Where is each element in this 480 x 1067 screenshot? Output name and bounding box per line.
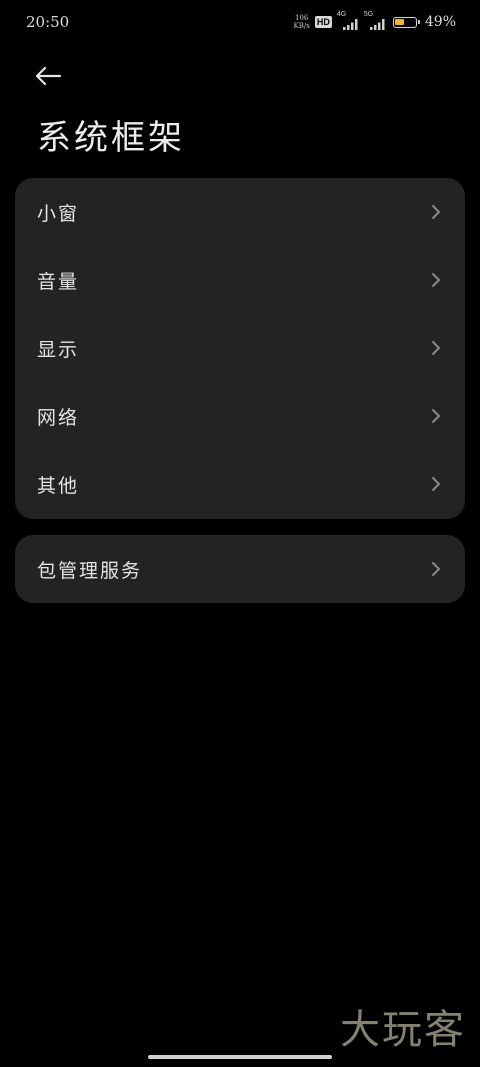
signal-5g-icon: 5G <box>363 11 386 30</box>
list-item-package-manager[interactable]: 包管理服务 <box>15 535 465 603</box>
signal-4g-label: 4G <box>336 11 347 18</box>
list-item-small-window[interactable]: 小窗 <box>15 178 465 246</box>
list-item-label: 显示 <box>37 338 80 361</box>
signal-5g-label: 5G <box>363 11 374 18</box>
status-bar: 20:50 106 KB/s HD 4G 5G 49% <box>0 0 480 44</box>
list-item-label: 包管理服务 <box>37 559 143 582</box>
page-title: 系统框架 <box>37 118 185 158</box>
list-item-label: 其他 <box>37 474 80 497</box>
chevron-right-icon <box>429 202 443 222</box>
battery-icon <box>392 16 420 28</box>
chevron-right-icon <box>429 338 443 358</box>
screen: 20:50 106 KB/s HD 4G 5G 49% 系统框架 小窗 音量 显… <box>0 0 480 1067</box>
chevron-right-icon <box>429 270 443 290</box>
chevron-right-icon <box>429 406 443 426</box>
list-item-label: 小窗 <box>37 202 80 225</box>
status-icons: 106 KB/s HD 4G 5G 49% <box>294 11 456 30</box>
chevron-right-icon <box>429 559 443 579</box>
back-button[interactable] <box>30 58 66 94</box>
list-item-display[interactable]: 显示 <box>15 314 465 382</box>
list-item-network[interactable]: 网络 <box>15 382 465 450</box>
network-speed-unit: KB/s <box>293 22 310 30</box>
battery-percent: 49% <box>424 14 456 30</box>
chevron-right-icon <box>429 474 443 494</box>
list-item-label: 音量 <box>37 270 80 293</box>
status-time: 20:50 <box>26 13 70 31</box>
arrow-left-icon <box>35 66 62 86</box>
hd-voice-icon: HD <box>314 16 332 28</box>
home-indicator[interactable] <box>148 1055 332 1059</box>
settings-card-main: 小窗 音量 显示 网络 其他 <box>15 178 465 519</box>
signal-4g-icon: 4G <box>336 11 359 30</box>
network-speed: 106 KB/s <box>294 14 310 30</box>
list-item-volume[interactable]: 音量 <box>15 246 465 314</box>
watermark-logo: 大玩客 <box>340 1007 466 1053</box>
settings-card-package: 包管理服务 <box>15 535 465 603</box>
battery-fill <box>395 19 405 25</box>
list-item-other[interactable]: 其他 <box>15 450 465 518</box>
list-item-label: 网络 <box>37 406 80 429</box>
network-speed-value: 106 <box>295 14 309 22</box>
